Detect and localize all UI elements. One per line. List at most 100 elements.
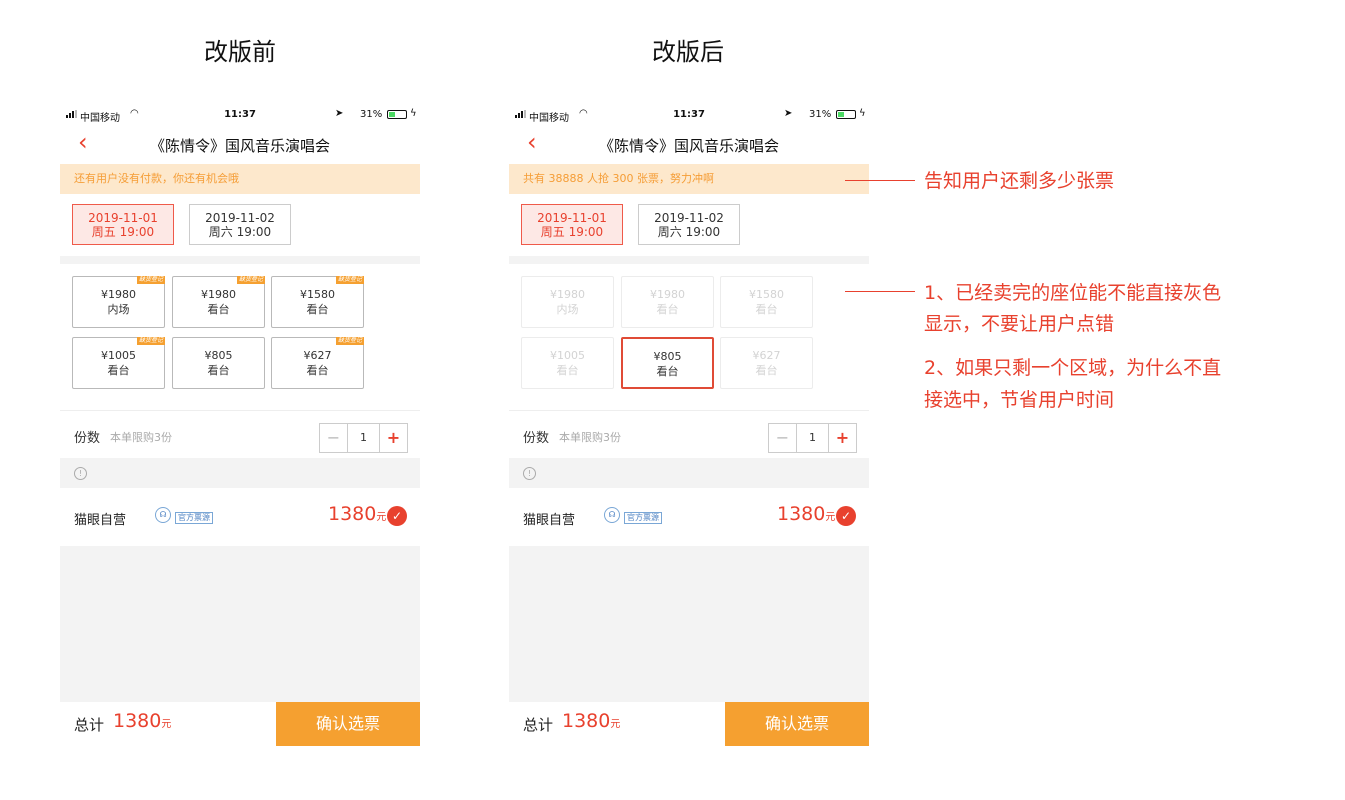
vendor-row[interactable]: 猫眼自营 ☊ 官方票源 1380元 ✓ [60, 488, 420, 546]
seat-area: 看台 [656, 303, 679, 316]
annotation-leader-line [845, 180, 915, 181]
purchase-limit: 本单限购3份 [110, 431, 172, 444]
seat-option[interactable]: ¥805 看台 [172, 337, 265, 389]
out-of-stock-tag: 缺货登记 [136, 337, 165, 345]
seat-price: ¥805 [653, 350, 682, 363]
out-of-stock-tag: 缺货登记 [136, 276, 165, 284]
total-price: 1380元 [113, 710, 172, 732]
quantity-row: 份数 本单限购3份 − 1 + [60, 410, 420, 458]
nav-bar: ‹ 《陈情令》国风音乐演唱会 [60, 124, 420, 164]
seat-area: 看台 [755, 303, 778, 316]
seat-option-selected[interactable]: ¥805 看台 [621, 337, 714, 389]
date-weekday-time: 周五 19:00 [91, 225, 155, 239]
seat-price: ¥1980 [201, 288, 236, 301]
seat-option[interactable]: 缺货登记 ¥1980 内场 [72, 276, 165, 328]
date-selector: 2019-11-01 周五 19:00 2019-11-02 周六 19:00 [60, 194, 420, 256]
heading-before: 改版前 [204, 38, 276, 66]
info-row: ! [509, 458, 869, 488]
charging-icon: ϟ [410, 108, 417, 119]
seat-area: 内场 [556, 303, 579, 316]
annotation-sold-out-line-2: 显示，不要让用户点错 [924, 313, 1115, 335]
quantity-value: 1 [809, 431, 816, 444]
seat-option-sold-out: ¥1580 看台 [720, 276, 813, 328]
seat-price: ¥1005 [550, 349, 585, 362]
seat-price: ¥1980 [550, 288, 585, 301]
checkout-bar: 总计 1380元 确认选票 [60, 702, 420, 746]
seat-area-grid: 缺货登记 ¥1980 内场 缺货登记 ¥1980 看台 缺货登记 ¥1580 看… [60, 264, 420, 410]
out-of-stock-tag: 缺货登记 [236, 276, 265, 284]
notice-banner: 还有用户没有付款，你还有机会哦 [60, 164, 420, 194]
seat-area: 看台 [107, 364, 130, 377]
date-option-1[interactable]: 2019-11-01 周五 19:00 [72, 204, 174, 245]
seat-area: 看台 [207, 364, 230, 377]
out-of-stock-tag: 缺货登记 [335, 276, 364, 284]
battery-icon [836, 110, 856, 119]
official-source-badge: 官方票源 [624, 512, 662, 524]
status-bar: 中国移动 ◠ 11:37 ➤ 31% ϟ [60, 106, 420, 124]
date-value: 2019-11-01 [88, 211, 158, 225]
seat-area: 看台 [306, 303, 329, 316]
total-label: 总计 [523, 716, 554, 734]
notice-banner: 共有 38888 人抢 300 张票，努力冲啊 [509, 164, 869, 194]
seat-price: ¥627 [303, 349, 332, 362]
vendor-price: 1380元 [328, 503, 387, 525]
decrement-button[interactable]: − [769, 424, 797, 452]
seat-price: ¥627 [752, 349, 781, 362]
seat-option[interactable]: 缺货登记 ¥1005 看台 [72, 337, 165, 389]
confirm-button[interactable]: 确认选票 [725, 702, 869, 746]
battery-percent: 31% [809, 109, 832, 120]
quantity-label: 份数 [523, 431, 550, 446]
increment-button[interactable]: + [828, 424, 856, 452]
location-icon: ➤ [335, 108, 344, 119]
status-bar: 中国移动 ◠ 11:37 ➤ 31% ϟ [509, 106, 869, 124]
quantity-stepper: − 1 + [319, 423, 408, 453]
check-icon[interactable]: ✓ [836, 506, 856, 526]
date-option-2[interactable]: 2019-11-02 周六 19:00 [189, 204, 291, 245]
seat-option-sold-out: ¥627 看台 [720, 337, 813, 389]
date-weekday-time: 周五 19:00 [540, 225, 604, 239]
seat-option-sold-out: ¥1005 看台 [521, 337, 614, 389]
customer-service-icon[interactable]: ☊ [604, 507, 620, 523]
seat-option[interactable]: 缺货登记 ¥627 看台 [271, 337, 364, 389]
battery-percent: 31% [360, 109, 383, 120]
vendor-name: 猫眼自营 [523, 513, 576, 528]
decrement-button[interactable]: − [320, 424, 348, 452]
info-icon[interactable]: ! [523, 467, 536, 480]
info-row: ! [60, 458, 420, 488]
purchase-limit: 本单限购3份 [559, 431, 621, 444]
date-option-2[interactable]: 2019-11-02 周六 19:00 [638, 204, 740, 245]
out-of-stock-tag: 缺货登记 [335, 337, 364, 345]
seat-area: 看台 [556, 364, 579, 377]
quantity-label: 份数 [74, 431, 101, 446]
seat-option-sold-out: ¥1980 内场 [521, 276, 614, 328]
phone-after: 中国移动 ◠ 11:37 ➤ 31% ϟ ‹ 《陈情令》国风音乐演唱会 共有 3… [509, 106, 869, 746]
annotation-auto-select-line-2: 接选中，节省用户时间 [924, 389, 1115, 411]
confirm-button[interactable]: 确认选票 [276, 702, 420, 746]
total-label: 总计 [74, 716, 105, 734]
annotation-leader-line [845, 291, 915, 292]
vendor-price: 1380元 [777, 503, 836, 525]
section-divider [60, 256, 420, 264]
vendor-name: 猫眼自营 [74, 513, 127, 528]
date-weekday-time: 周六 19:00 [208, 225, 272, 239]
page-title: 《陈情令》国风音乐演唱会 [149, 137, 330, 155]
check-icon[interactable]: ✓ [387, 506, 407, 526]
checkout-bar: 总计 1380元 确认选票 [509, 702, 869, 746]
official-source-badge: 官方票源 [175, 512, 213, 524]
seat-price: ¥1005 [101, 349, 136, 362]
seat-option[interactable]: 缺货登记 ¥1980 看台 [172, 276, 265, 328]
seat-area: 内场 [107, 303, 130, 316]
seat-price: ¥1980 [650, 288, 685, 301]
annotation-auto-select-line-1: 2、如果只剩一个区域，为什么不直 [924, 357, 1222, 379]
battery-icon [387, 110, 407, 119]
customer-service-icon[interactable]: ☊ [155, 507, 171, 523]
date-option-1[interactable]: 2019-11-01 周五 19:00 [521, 204, 623, 245]
info-icon[interactable]: ! [74, 467, 87, 480]
vendor-row[interactable]: 猫眼自营 ☊ 官方票源 1380元 ✓ [509, 488, 869, 546]
increment-button[interactable]: + [379, 424, 407, 452]
nav-bar: ‹ 《陈情令》国风音乐演唱会 [509, 124, 869, 164]
quantity-stepper: − 1 + [768, 423, 857, 453]
seat-area: 看台 [656, 365, 679, 378]
page-title: 《陈情令》国风音乐演唱会 [598, 137, 779, 155]
seat-option[interactable]: 缺货登记 ¥1580 看台 [271, 276, 364, 328]
